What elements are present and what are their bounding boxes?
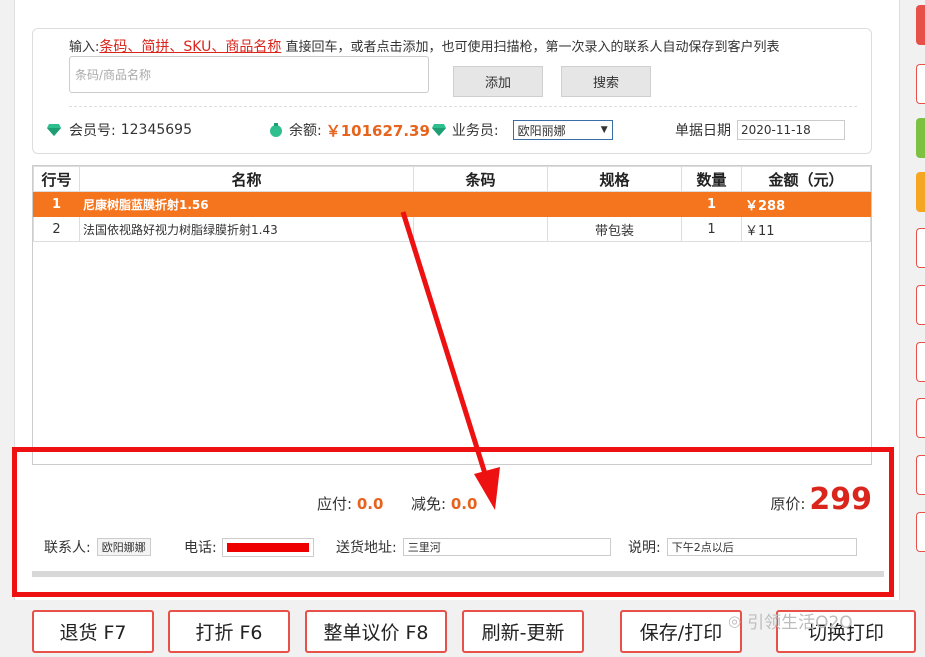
payable-value: 0.0 [356,495,384,513]
member-id-value: 12345695 [120,122,192,138]
cell-barcode [413,216,548,242]
watermark-text: 引领生活O2O [747,613,853,633]
discount-value: 0.0 [450,495,478,513]
discount-label: 减免: [411,495,447,513]
chevron-down-icon: ▼ [600,125,608,135]
side-widget[interactable] [916,455,925,495]
address-input[interactable]: 三里河 [402,538,611,556]
col-header-barcode: 条码 [413,166,548,192]
side-widget[interactable] [916,398,925,438]
address-group: 送货地址: 三里河 [336,537,611,557]
note-group: 说明: 下午2点以后 [628,537,857,557]
hint-keys: 条码、简拼、SKU、商品名称 [99,39,282,55]
order-summary: 应付: 0.0 减免: 0.0 原价: 299 联系人: 欧阳娜娜 电话: 送货… [32,478,872,573]
diamond-icon [47,124,61,136]
col-header-qty: 数量 [681,166,742,192]
col-header-name: 名称 [79,166,414,192]
money-bag-icon [270,123,282,137]
cell-spec [547,191,682,217]
side-widget[interactable] [916,342,925,382]
items-table: 行号 名称 条码 规格 数量 金额（元） 1 尼康树脂蓝膜折射1.56 1 ￥2… [32,165,872,465]
side-widget[interactable] [916,228,925,268]
diamond-icon [431,124,446,136]
wechat-icon: ◎ [728,611,742,630]
table-row[interactable]: 1 尼康树脂蓝膜折射1.56 1 ￥288 [33,191,871,217]
note-label: 说明: [628,540,661,556]
member-info-row: 会员号: 12345695 余额: ￥101627.39 业务员: 欧阳丽娜 ▼… [47,119,867,141]
contact-label: 联系人: [44,540,91,556]
horizontal-scrollbar[interactable] [32,571,884,577]
watermark: ◎ 引领生活O2O [728,608,853,634]
salesperson-value: 欧阳丽娜 [517,123,566,138]
payable-label: 应付: [317,495,353,513]
col-header-amount: 金额（元） [741,166,871,192]
phone-input-redacted[interactable] [221,537,314,557]
cell-qty[interactable]: 1 [681,191,742,217]
table-row[interactable]: 2 法国依视路好视力树脂绿膜折射1.43 带包装 1 ￥11 [33,216,871,242]
contact-group: 联系人: 欧阳娜娜 [44,537,151,557]
date-group: 单据日期 2020-11-18 [675,119,845,141]
cell-name: 法国依视路好视力树脂绿膜折射1.43 [79,216,414,242]
col-header-row-no: 行号 [33,166,80,192]
side-widget[interactable] [916,5,925,45]
search-input[interactable] [69,56,429,93]
phone-group: 电话: [184,537,314,557]
input-panel: 输入:条码、简拼、SKU、商品名称 直接回车，或者点击添加，也可使用扫描枪，第一… [32,28,872,154]
cell-row-no: 2 [33,216,80,242]
side-widget[interactable] [916,118,925,158]
cell-row-no: 1 [33,191,80,217]
table-header-row: 行号 名称 条码 规格 数量 金额（元） [33,166,871,192]
return-button[interactable]: 退货 F7 [32,610,154,653]
save-print-button[interactable]: 保存/打印 [620,610,742,653]
salesperson-select[interactable]: 欧阳丽娜 ▼ [512,120,613,140]
discount-group: 减免: 0.0 [411,493,477,514]
balance-group: 余额: ￥101627.39 业务员: 欧阳丽娜 ▼ [269,119,613,141]
date-label: 单据日期 [675,123,731,139]
balance-value: ￥101627.39 [325,121,430,140]
hint-suffix: 直接回车，或者点击添加，也可使用扫描枪，第一次录入的联系人自动保存到客户列表 [285,40,780,55]
discount-button[interactable]: 打折 F6 [168,610,290,653]
search-button[interactable]: 搜索 [561,66,651,97]
salesperson-label: 业务员: [451,123,499,139]
side-widget[interactable] [916,285,925,325]
side-widget[interactable] [916,172,925,212]
side-widget[interactable] [916,512,925,552]
date-input[interactable]: 2020-11-18 [737,120,845,140]
cell-barcode [413,191,548,217]
note-input[interactable]: 下午2点以后 [666,538,857,556]
add-button[interactable]: 添加 [453,66,543,97]
divider [69,106,857,107]
balance-label: 余额: [289,123,322,139]
col-header-spec: 规格 [547,166,682,192]
cell-qty[interactable]: 1 [681,216,742,242]
payable-group: 应付: 0.0 [317,493,383,514]
side-widget[interactable] [916,64,925,104]
original-price-group: 原价: 299 [770,482,872,517]
hint-prefix: 输入: [69,40,100,55]
cell-amount: ￥11 [741,216,871,242]
member-id-group: 会员号: 12345695 [47,119,192,141]
cell-amount: ￥288 [741,191,871,217]
original-price-value: 299 [809,482,872,517]
cell-name: 尼康树脂蓝膜折射1.56 [79,191,414,217]
bargain-button[interactable]: 整单议价 F8 [305,610,447,653]
phone-label: 电话: [184,540,217,556]
cell-spec: 带包装 [547,216,682,242]
refresh-button[interactable]: 刷新-更新 [462,610,584,653]
original-price-label: 原价: [770,495,806,513]
address-label: 送货地址: [336,540,397,556]
member-id-label: 会员号: [69,123,116,139]
input-hint: 输入:条码、简拼、SKU、商品名称 直接回车，或者点击添加，也可使用扫描枪，第一… [69,36,780,56]
contact-input[interactable]: 欧阳娜娜 [96,538,151,556]
